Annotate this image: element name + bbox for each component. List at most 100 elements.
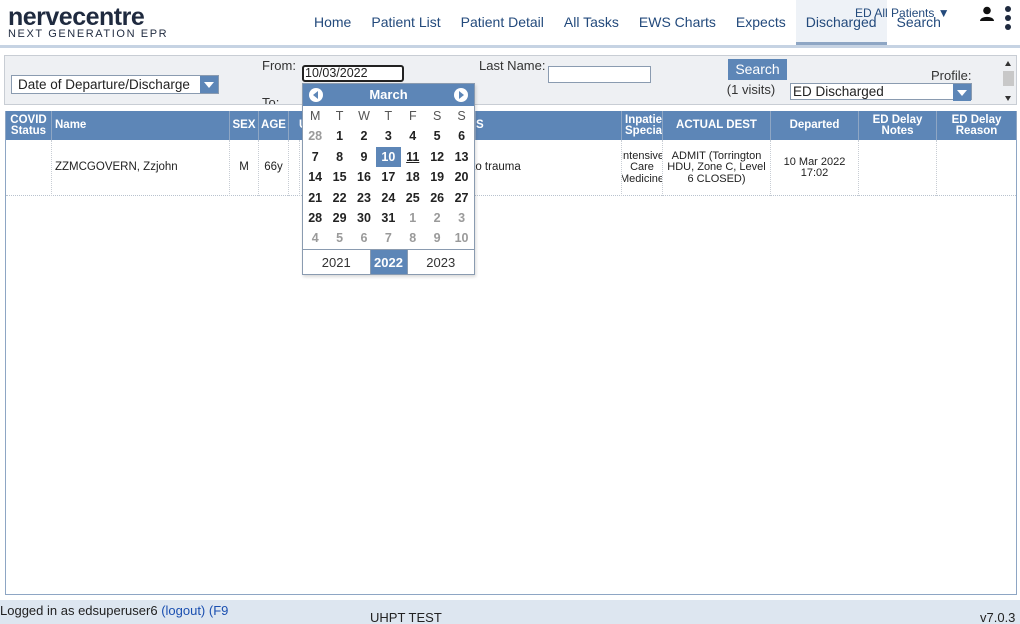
- day-cell[interactable]: 11: [401, 147, 425, 167]
- day-cell[interactable]: 20: [449, 167, 473, 187]
- day-cell[interactable]: 8: [327, 147, 351, 167]
- week-row: 21 22 23 24 25 26 27: [303, 188, 474, 208]
- week-row: 7 8 9 10 11 12 13: [303, 146, 474, 168]
- week-row: 14 15 16 17 18 19 20: [303, 167, 474, 187]
- col-ed-delay-notes[interactable]: ED Delay Notes: [859, 111, 937, 140]
- day-cell[interactable]: 4: [401, 126, 425, 146]
- col-covid[interactable]: COVID Status: [6, 111, 52, 140]
- search-button[interactable]: Search: [728, 59, 787, 80]
- col-inpatient-speciality[interactable]: Inpatient Speciality: [622, 111, 663, 140]
- f9-link[interactable]: (F9: [209, 603, 229, 618]
- user-icon[interactable]: [980, 6, 994, 22]
- nav-expects[interactable]: Expects: [726, 0, 796, 45]
- chevron-down-icon[interactable]: [200, 76, 218, 93]
- cell-ed-delay-reason[interactable]: [937, 140, 1016, 196]
- weekday-label: T: [384, 109, 393, 123]
- day-cell[interactable]: 17: [376, 167, 400, 187]
- col-actual-dest[interactable]: ACTUAL DEST: [663, 111, 771, 140]
- nav-patient-list[interactable]: Patient List: [361, 0, 450, 45]
- from-date-input[interactable]: 10/03/2022: [302, 65, 404, 82]
- day-cell[interactable]: 2: [352, 126, 376, 146]
- day-cell[interactable]: 9: [352, 147, 376, 167]
- day-cell[interactable]: 31: [376, 208, 400, 228]
- from-label: From:: [262, 58, 296, 73]
- cell-name[interactable]: ZZMCGOVERN, Zzjohn: [52, 140, 230, 196]
- date-type-select[interactable]: Date of Departure/Discharge: [11, 75, 219, 94]
- day-cell[interactable]: 7: [303, 147, 327, 167]
- year-2021[interactable]: 2021: [303, 250, 370, 274]
- week-row: 4 5 6 7 8 9 10: [303, 228, 474, 248]
- day-cell[interactable]: 1: [327, 126, 351, 146]
- next-month-icon[interactable]: [454, 88, 468, 102]
- scroll-down-icon[interactable]: [1005, 96, 1011, 101]
- week-row: 28 1 2 3 4 5 6: [303, 126, 474, 146]
- visits-count: (1 visits): [726, 82, 776, 97]
- day-cell[interactable]: 15: [327, 167, 351, 187]
- day-cell[interactable]: 21: [303, 188, 327, 208]
- day-cell[interactable]: 22: [327, 188, 351, 208]
- year-2023[interactable]: 2023: [408, 250, 475, 274]
- selected-day[interactable]: 10: [376, 146, 401, 168]
- day-cell[interactable]: 10: [449, 228, 473, 248]
- day-cell[interactable]: 28: [303, 208, 327, 228]
- col-departed[interactable]: Departed: [771, 111, 859, 140]
- day-cell[interactable]: 8: [401, 228, 425, 248]
- col-age[interactable]: AGE: [259, 111, 289, 140]
- day-cell[interactable]: 5: [327, 228, 351, 248]
- day-cell[interactable]: 30: [352, 208, 376, 228]
- ed-patients-dropdown[interactable]: ED All Patients ▼: [855, 6, 950, 20]
- day-cell[interactable]: 6: [352, 228, 376, 248]
- scroll-up-icon[interactable]: [1005, 61, 1011, 66]
- day-cell[interactable]: 27: [449, 188, 473, 208]
- weekday-label: F: [408, 109, 417, 123]
- day-cell[interactable]: 6: [449, 126, 473, 146]
- day-cell[interactable]: 26: [425, 188, 449, 208]
- day-cell[interactable]: 3: [449, 208, 473, 228]
- day-cell[interactable]: 5: [425, 126, 449, 146]
- profile-label: Profile:: [931, 68, 972, 83]
- more-menu-icon[interactable]: [1003, 6, 1013, 36]
- nav-home[interactable]: Home: [304, 0, 361, 45]
- prev-month-icon[interactable]: [309, 88, 323, 102]
- year-2022[interactable]: 2022: [369, 250, 408, 274]
- col-name[interactable]: Name: [52, 111, 230, 140]
- day-cell[interactable]: 12: [425, 147, 449, 167]
- day-cell[interactable]: 23: [352, 188, 376, 208]
- weekday-row: MTWTFSS: [303, 106, 474, 126]
- col-sex[interactable]: SEX: [230, 111, 259, 140]
- day-cell[interactable]: 1: [401, 208, 425, 228]
- main-nav: Home Patient List Patient Detail All Tasks E…: [304, 0, 951, 45]
- day-cell[interactable]: 25: [401, 188, 425, 208]
- to-label: To:: [262, 95, 280, 105]
- last-name-input[interactable]: [548, 66, 651, 83]
- nav-ews-charts[interactable]: EWS Charts: [629, 0, 726, 45]
- day-cell[interactable]: 13: [449, 147, 473, 167]
- day-cell[interactable]: 4: [303, 228, 327, 248]
- col-ed-delay-reason[interactable]: ED Delay Reason: [937, 111, 1016, 140]
- week-row: 28 29 30 31 1 2 3: [303, 208, 474, 228]
- day-cell[interactable]: 9: [425, 228, 449, 248]
- day-cell[interactable]: 2: [425, 208, 449, 228]
- chevron-down-icon[interactable]: [953, 84, 971, 101]
- logout-link[interactable]: (logout): [161, 603, 205, 618]
- day-cell[interactable]: 18: [401, 167, 425, 187]
- day-cell[interactable]: 7: [376, 228, 400, 248]
- day-cell[interactable]: 24: [376, 188, 400, 208]
- nav-patient-detail[interactable]: Patient Detail: [451, 0, 554, 45]
- filter-scrollbar[interactable]: [1001, 58, 1015, 102]
- day-cell[interactable]: 3: [376, 126, 400, 146]
- cell-actual-dest: ADMIT (Torrington HDU, Zone C, Level 6 C…: [663, 140, 771, 196]
- col-s[interactable]: S: [476, 111, 622, 140]
- logged-in-text: Logged in as edsuperuser6: [0, 603, 158, 618]
- day-cell[interactable]: 29: [327, 208, 351, 228]
- profile-select[interactable]: ED Discharged: [790, 83, 972, 101]
- table-row[interactable]: ZZMCGOVERN, Zzjohn M 66y 0 Subarachnoid …: [6, 140, 1016, 196]
- day-cell[interactable]: 14: [303, 167, 327, 187]
- day-cell[interactable]: 19: [425, 167, 449, 187]
- filter-bar: Date of Departure/Discharge From: 10/03/…: [4, 55, 1017, 105]
- cell-ed-delay-notes[interactable]: [859, 140, 937, 196]
- nav-all-tasks[interactable]: All Tasks: [554, 0, 629, 45]
- day-cell[interactable]: 28: [303, 126, 327, 146]
- day-cell[interactable]: 16: [352, 167, 376, 187]
- scroll-thumb[interactable]: [1002, 71, 1014, 86]
